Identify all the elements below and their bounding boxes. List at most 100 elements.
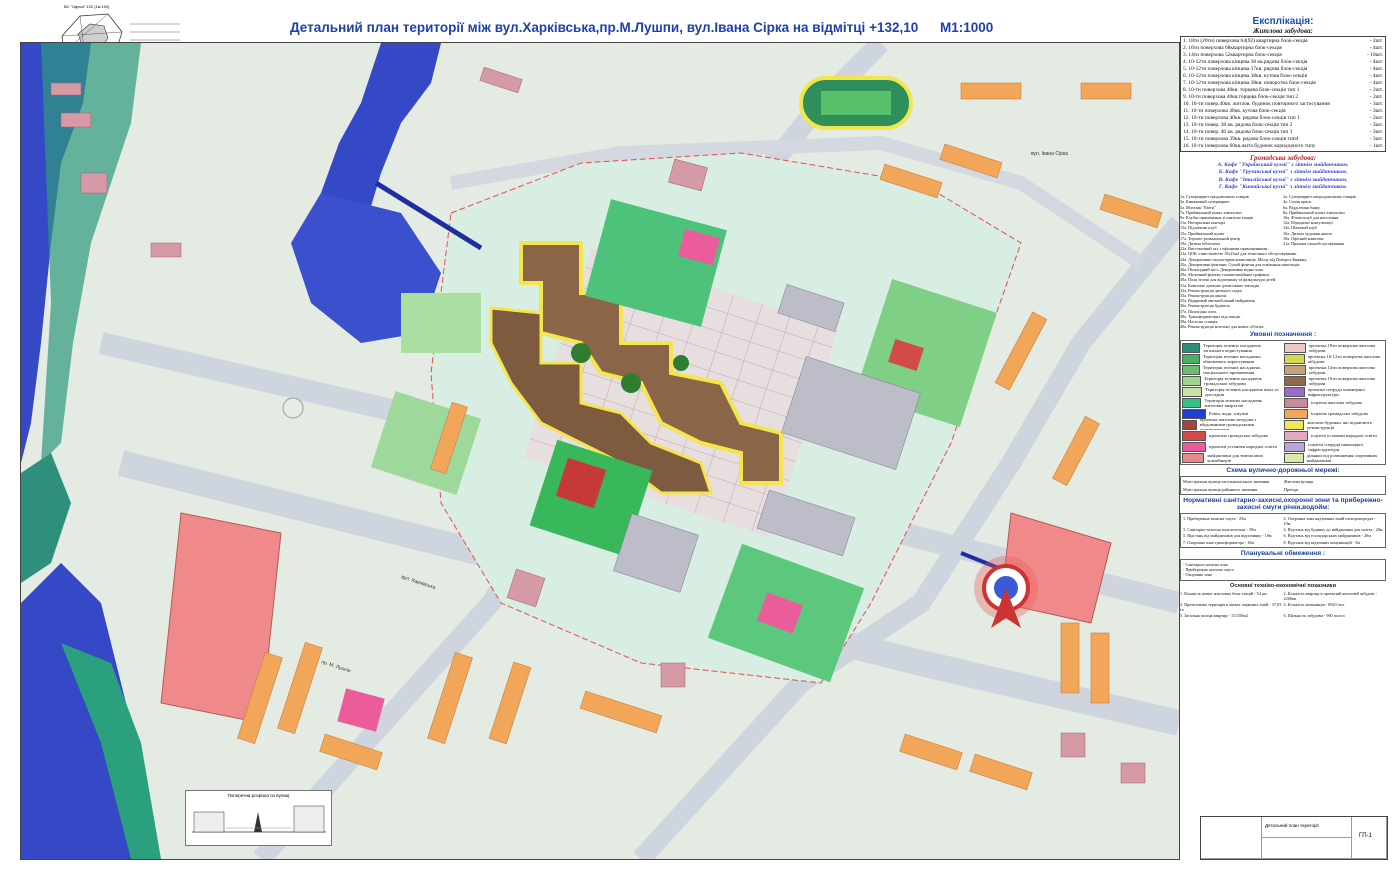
legend-symbol-row: Територія зелених насаджень загального к… <box>1182 342 1282 353</box>
legend-swatch <box>1284 386 1305 397</box>
public-item: Г. Кафе "Китайської кухні" з літнім майд… <box>1218 183 1348 190</box>
legend-swatch <box>1284 342 1306 353</box>
housing-row: 16. 10-ти поверхова 60кв.житл.будинок ко… <box>1183 143 1383 149</box>
housing-row: 5. 10-12ти поверхова кінцева 37кв. рядов… <box>1183 66 1383 72</box>
public-item: Б. Кафе "Грузинської кухні" з літнім май… <box>1218 169 1348 176</box>
legend-symbol-row: проектна громадська забудова <box>1182 430 1282 441</box>
legend-symbol-row: ділянки під розміщення спортивних майдан… <box>1284 452 1384 463</box>
housing-title: Житлова забудова: <box>1253 27 1313 35</box>
legend-swatch <box>1284 397 1308 408</box>
housing-row: 10. 10-ти повер.40кв. житлов. будинок по… <box>1183 101 1383 107</box>
road-title: Схема вулично-дорожньої мережі: <box>1226 467 1340 475</box>
legend-symbol-label: проектні установи народної освіти <box>1209 444 1278 450</box>
public-list: А. Кафе "Український кухні" з літнім май… <box>1180 162 1386 191</box>
explication-title: Експлікація: <box>1252 16 1314 27</box>
legend-symbol-label: Територія зелених насаджень шкіл та дитс… <box>1205 386 1279 397</box>
legend-symbol-label: Територія зелених насаджень загального к… <box>1203 342 1261 353</box>
legend-swatch <box>1284 353 1305 364</box>
legend-symbol-row: проектна 18ти поверхова житлова забудова <box>1284 342 1384 353</box>
legend-symbol-label: існуючі установи народної освіти <box>1311 433 1377 439</box>
legend-symbol-label: існуюча житлова забудова <box>1311 400 1363 406</box>
legend-symbol-row: проектні споруди інженерної інфраструкту… <box>1284 386 1384 397</box>
legend-symbol-row: проектна житлова забудова з вбудованими … <box>1182 419 1282 430</box>
legend-symbol-label: проектна житлова забудова з вбудованими … <box>1199 419 1256 431</box>
street-label-2: вул. Івана Сірка <box>1031 151 1068 157</box>
notes-list: 22а. Вистовочний зал з офісними приміщен… <box>1180 246 1308 330</box>
legend-symbol-label: ділянки під розміщення спортивних майдан… <box>1306 452 1378 463</box>
legend-swatch <box>1284 364 1306 375</box>
legend-symbol-row: Територія зелених насаджень спеціального… <box>1182 364 1282 375</box>
legend-symbol-row: проектні установи народної освіти <box>1182 441 1282 452</box>
legend-symbol-label: існуючі споруди інженерної інфраструктур… <box>1308 441 1363 452</box>
legend-symbol-label: Територія зелених насаджень житлових ква… <box>1204 397 1263 408</box>
legend-symbol-row: Територія зелених насаджень шкіл та дитс… <box>1182 386 1282 397</box>
legend-swatch <box>1284 408 1308 419</box>
facilities-list: 1а. Супермаркет продовольчих товарів 2а. … <box>1180 194 1356 247</box>
legend-swatch <box>1284 430 1308 441</box>
stamp-title: Детальний план території <box>1265 823 1319 828</box>
legend-symbol-label: житлова будинки, які підлягають реконстр… <box>1307 419 1372 430</box>
legend-symbol-label: проектна 18ти поверхова житлова забудова <box>1308 342 1376 353</box>
symbols-grid: Територія зелених насаджень загального к… <box>1180 340 1386 466</box>
legend-swatch <box>1182 430 1206 441</box>
indicators-title: Основні техніко-економічні показники <box>1229 582 1337 589</box>
housing-list: 1. 18ти (20ти) поверхова 64(92) квартирн… <box>1180 36 1386 152</box>
road-legend: Магістральна вулиця загальноміського зна… <box>1180 476 1386 495</box>
legend-swatch <box>1182 408 1206 419</box>
legend-symbol-row: проектна 10ти поверхова житлова забудова <box>1284 375 1384 386</box>
title-block-stamp: Детальний план території ГП-1 <box>1200 816 1388 860</box>
legend-swatch <box>1182 441 1206 452</box>
legend-symbol-row: існуючі споруди інженерної інфраструктур… <box>1284 441 1384 452</box>
legend-symbol-row: житлова будинки, які підлягають реконстр… <box>1284 419 1384 430</box>
legend-symbol-row: Річки, води, існуючі <box>1182 408 1282 419</box>
stamp-sheet: ГП-1 <box>1359 833 1372 839</box>
legend-swatch <box>1182 419 1197 430</box>
housing-row: 3. 14ти поверхова 52квартирна блок-секці… <box>1183 52 1383 58</box>
legend-symbol-label: Територія зелених насаджень обмеженого к… <box>1202 353 1261 364</box>
plan-scale: М1:1000 <box>940 20 994 35</box>
symbols-title: Умовні позначення : <box>1249 331 1317 339</box>
zones-list: 1. Прибережна захисна смуга - 25м 2. Охор… <box>1180 512 1386 548</box>
legend-symbol-label: Територія зелених насаджень спеціального… <box>1202 364 1261 375</box>
site-plan-map[interactable]: вул. Харківська вул. Івана Сірка пр. М. … <box>20 42 1180 860</box>
housing-row: 13. 10-ти повер. 38 кв. рядова блок-секц… <box>1183 122 1383 128</box>
legend-symbol-label: проектна громадська забудова <box>1209 433 1268 439</box>
housing-row: 11. 10-ти поверхова 40кв. кутова блок-се… <box>1183 108 1383 114</box>
housing-row: 14. 10-ти повер. 40 кв. рядова блок-секц… <box>1183 129 1383 135</box>
housing-row: 15. 10-ти поверхова 39кв. рядова блок-се… <box>1183 136 1383 142</box>
indicators-list: 1. Кількість нових житлових блок-секцій … <box>1180 590 1378 619</box>
housing-row: 4. 10-12ти поверхова кінцева 38 кв.рядов… <box>1183 59 1383 65</box>
legend-symbol-label: Річки, води, існуючі <box>1209 411 1249 417</box>
legend-symbol-row: Територія зелених насаджень обмеженого к… <box>1182 353 1282 364</box>
legend-symbol-row: Територія зелених насаджень громадської … <box>1182 375 1282 386</box>
legend-symbol-label: існуюча громадська забудова <box>1311 411 1368 417</box>
legend-swatch <box>1182 375 1202 386</box>
housing-row: 6. 10-12ти поверхова кінцева 38кв. кутов… <box>1183 73 1383 79</box>
street-section-inset: Поперечна розрізка по вулиці <box>185 790 332 846</box>
public-title: Громадська забудова: <box>1249 154 1317 162</box>
legend-symbol-label: проектна 16-12ти поверхова житлова забуд… <box>1307 353 1381 364</box>
legend-symbol-row: проектна 14ти поверхова житлова забудова <box>1284 364 1384 375</box>
legend-symbol-row: Територія зелених насаджень житлових ква… <box>1182 397 1282 408</box>
plan-title-text: Детальний план території між вул.Харківс… <box>290 20 919 35</box>
housing-row: 2. 16ти поверхова 68квартирна блок-секці… <box>1183 45 1383 51</box>
legend-symbol-label: проектна 14ти поверхова житлова забудова <box>1308 364 1376 375</box>
legend-swatch <box>1182 342 1201 353</box>
planning-title: Планувальні обмеження : <box>1240 549 1326 557</box>
legend-swatch <box>1284 441 1306 452</box>
orientation-title: ВС "Одеса" 132 (1м:100) <box>64 4 110 9</box>
legend-symbol-row: існуюча житлова забудова <box>1284 397 1384 408</box>
public-item: В. Кафе "Італійської кухні" з літнім май… <box>1218 176 1348 183</box>
legend-swatch <box>1284 419 1305 430</box>
housing-row: 12. 10-ти поверхова 40кв. рядова блок-се… <box>1183 115 1383 121</box>
plan-title: Детальний план території між вул.Харківс… <box>290 20 993 35</box>
legend-symbol-label: проектні споруди інженерної інфраструкту… <box>1307 386 1365 397</box>
zones-title: Нормативні санітарно-захисні,охоронні зо… <box>1183 496 1383 511</box>
legend-symbol-row: проектна 16-12ти поверхова житлова забуд… <box>1284 353 1384 364</box>
legend-swatch <box>1182 386 1203 397</box>
legend-symbol-label: майданчики для тимчасових контейнерів <box>1207 452 1264 463</box>
planning-list: - Санітарно-захисна зона - Прибережна зах… <box>1180 558 1386 581</box>
legend-symbol-row: існуюча громадська забудова <box>1284 408 1384 419</box>
legend-symbol-label: проектна 10ти поверхова житлова забудова <box>1308 375 1376 386</box>
housing-row: 9. 10-ти поверхова 40кв.торцева блок-сек… <box>1183 94 1383 100</box>
